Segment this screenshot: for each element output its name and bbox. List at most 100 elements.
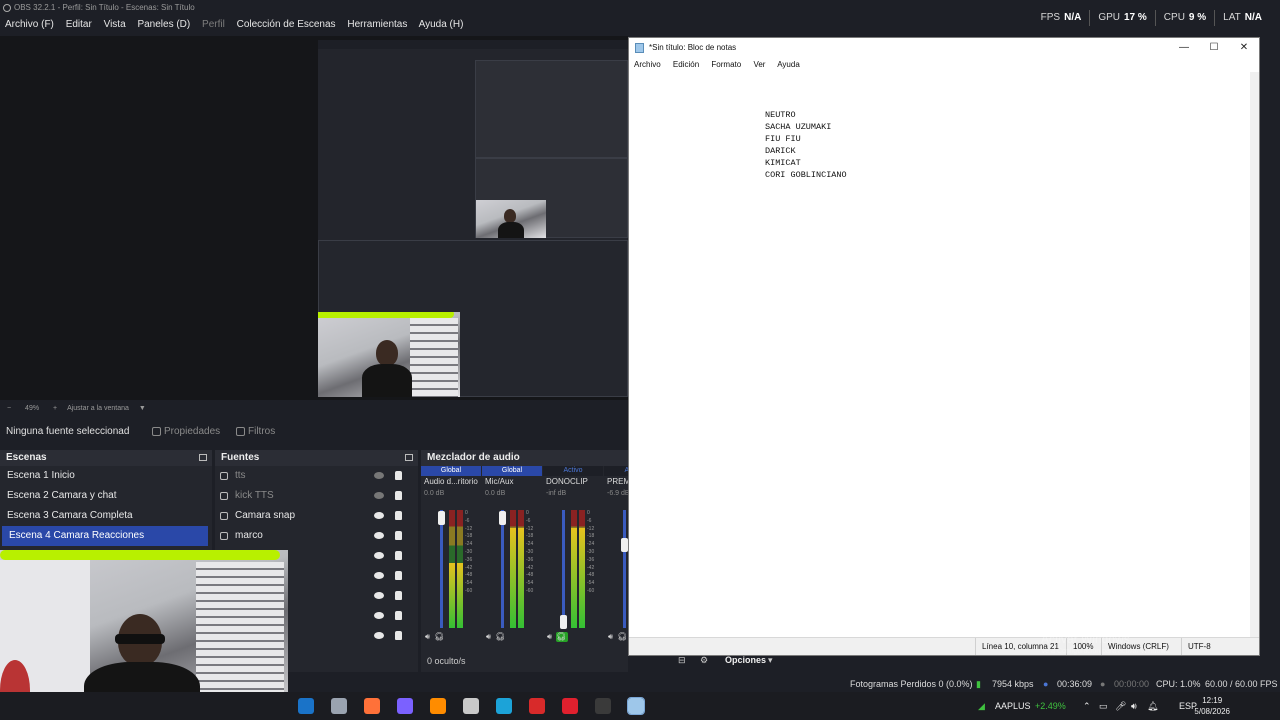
scene-item[interactable]: Escena 2 Camara y chat <box>0 486 212 506</box>
microphone-icon[interactable]: 🎤︎ <box>1115 692 1126 720</box>
speaker-icon[interactable]: 🔊︎ <box>608 632 613 641</box>
notepad-menu-archivo[interactable]: Archivo <box>634 60 661 69</box>
headphones-icon[interactable]: 🎧︎ <box>556 632 569 642</box>
network-icon[interactable]: ▭ <box>1099 692 1108 720</box>
channel-name[interactable]: Mic/Aux <box>482 476 542 488</box>
scenes-title: Escenas <box>6 452 47 463</box>
chevron-down-icon[interactable]: ▼ <box>139 405 146 412</box>
properties-button[interactable]: Propiedades <box>152 420 220 444</box>
visibility-eye-icon[interactable] <box>374 512 384 519</box>
source-item[interactable]: tts <box>215 466 418 486</box>
lock-icon[interactable] <box>395 591 402 600</box>
menu-coleccion-escenas[interactable]: Colección de Escenas <box>237 19 336 30</box>
slider-handle[interactable] <box>621 538 628 553</box>
taskbar-clock[interactable]: 12:19 5/08/2026 <box>1194 695 1230 717</box>
maximize-button[interactable]: ☐ <box>1199 38 1229 58</box>
lock-icon[interactable] <box>395 551 402 560</box>
obs-icon[interactable] <box>595 698 611 714</box>
vlc-icon[interactable] <box>430 698 446 714</box>
menu-herramientas[interactable]: Herramientas <box>347 19 407 30</box>
undock-icon[interactable] <box>199 454 207 461</box>
chevron-up-icon[interactable]: ⌃ <box>1083 692 1091 720</box>
copilot-icon[interactable] <box>397 698 413 714</box>
speaker-icon[interactable]: 🔊︎ <box>486 632 491 641</box>
notepad-window[interactable]: *Sin título: Bloc de notas — ☐ ✕ Archivo… <box>628 37 1260 656</box>
zoom-in-button[interactable]: + <box>53 405 57 412</box>
lock-icon[interactable] <box>395 571 402 580</box>
headphones-icon[interactable]: 🎧︎ <box>495 632 507 642</box>
fit-window-dropdown[interactable]: Ajustar a la ventana <box>67 405 129 412</box>
scale-tick: 0 <box>465 510 468 516</box>
lat-value: N/A <box>1244 12 1262 23</box>
lock-icon[interactable] <box>395 611 402 620</box>
menu-paneles[interactable]: Paneles (D) <box>137 19 190 30</box>
calculator-icon[interactable] <box>463 698 479 714</box>
edge-icon[interactable] <box>496 698 512 714</box>
source-item[interactable]: kick TTS <box>215 486 418 506</box>
speaker-icon[interactable]: 🔊︎ <box>547 632 552 641</box>
visibility-eye-icon[interactable] <box>374 592 384 599</box>
visibility-eye-icon[interactable] <box>374 472 384 479</box>
visibility-eye-icon[interactable] <box>374 532 384 539</box>
menu-ayuda[interactable]: Ayuda (H) <box>419 19 464 30</box>
bell-icon[interactable]: 🔔︎ <box>1147 692 1158 720</box>
undock-icon[interactable] <box>405 454 413 461</box>
lock-icon[interactable] <box>395 491 402 500</box>
headphones-icon[interactable]: 🎧︎ <box>617 632 628 642</box>
minimize-button[interactable]: — <box>1169 38 1199 58</box>
notepad-menu-ver[interactable]: Ver <box>753 60 765 69</box>
slider-handle[interactable] <box>499 511 506 526</box>
scale-tick: -12 <box>587 525 595 532</box>
channel-name[interactable]: Audio d...ritorio <box>421 476 481 488</box>
source-item[interactable]: Camara snap <box>215 506 418 526</box>
filters-button[interactable]: Filtros <box>236 420 275 444</box>
app-red-icon[interactable] <box>529 698 545 714</box>
lock-icon[interactable] <box>395 631 402 640</box>
firefox-icon[interactable] <box>364 698 380 714</box>
menu-vista[interactable]: Vista <box>104 19 126 30</box>
zoom-out-button[interactable]: − <box>7 405 11 412</box>
menu-editar[interactable]: Editar <box>66 19 92 30</box>
scene-item[interactable]: Escena 1 Inicio <box>0 466 212 486</box>
source-label: marco <box>235 530 263 541</box>
slider-handle[interactable] <box>438 511 445 526</box>
stock-ticker[interactable]: AAPLUS <box>995 692 1031 720</box>
opera-icon[interactable] <box>562 698 578 714</box>
visibility-eye-icon[interactable] <box>374 612 384 619</box>
scale-tick: 0 <box>526 510 529 516</box>
volume-slider[interactable] <box>440 510 443 628</box>
source-item[interactable]: marco <box>215 526 418 546</box>
visibility-eye-icon[interactable] <box>374 492 384 499</box>
slider-handle[interactable] <box>560 615 567 630</box>
notepad-menu-edicion[interactable]: Edición <box>673 60 699 69</box>
channel-name[interactable]: PREMIOS <box>604 476 628 488</box>
menu-perfil[interactable]: Perfil <box>202 19 225 30</box>
scale-tick: -48 <box>526 572 534 579</box>
volume-slider[interactable] <box>501 510 504 628</box>
lock-icon[interactable] <box>395 471 402 480</box>
volume-slider[interactable] <box>623 510 626 628</box>
notepad-text-area[interactable]: NEUTRO SACHA UZUMAKI FIU FIU DARICK KIMICAT C… <box>765 109 847 181</box>
notepad-scrollbar[interactable] <box>1250 72 1259 638</box>
visibility-eye-icon[interactable] <box>374 552 384 559</box>
level-meter <box>571 510 577 628</box>
close-button[interactable]: ✕ <box>1229 38 1259 58</box>
outlook-icon[interactable] <box>298 698 314 714</box>
file-explorer-icon[interactable] <box>331 698 347 714</box>
scene-item[interactable]: Escena 3 Camara Completa <box>0 506 212 526</box>
speaker-icon[interactable]: 🔊︎ <box>1131 692 1137 720</box>
menu-archivo[interactable]: Archivo (F) <box>5 19 54 30</box>
speaker-icon[interactable]: 🔊︎ <box>425 632 430 641</box>
notepad-title-bar[interactable]: *Sin título: Bloc de notas — ☐ ✕ <box>629 38 1259 58</box>
notepad-icon[interactable] <box>627 697 645 715</box>
notepad-menu-ayuda[interactable]: Ayuda <box>777 60 800 69</box>
lock-icon[interactable] <box>395 511 402 520</box>
volume-slider[interactable] <box>562 510 565 628</box>
scene-item[interactable]: Escena 4 Camara Reacciones <box>2 526 208 546</box>
notepad-menu-formato[interactable]: Formato <box>711 60 741 69</box>
lock-icon[interactable] <box>395 531 402 540</box>
channel-name[interactable]: DONOCLIP <box>543 476 603 488</box>
headphones-icon[interactable]: 🎧︎ <box>434 632 446 642</box>
visibility-eye-icon[interactable] <box>374 632 384 639</box>
visibility-eye-icon[interactable] <box>374 572 384 579</box>
